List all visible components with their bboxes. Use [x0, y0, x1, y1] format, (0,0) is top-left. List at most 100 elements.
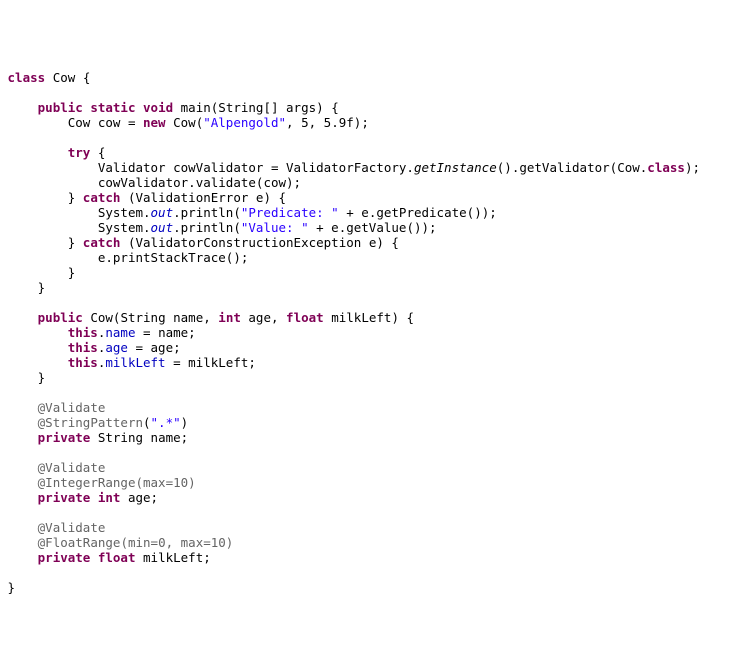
str-predicate: "Predicate: " [241, 205, 339, 220]
fld-milkleft-decl: milkLeft [143, 550, 203, 565]
semi: ; [248, 355, 256, 370]
line: } [0, 370, 45, 385]
keyword-private: private [38, 490, 91, 505]
keyword-private: private [38, 430, 91, 445]
fld-out: out [151, 205, 174, 220]
ann-validate: @Validate [38, 520, 106, 535]
comma: , [271, 310, 279, 325]
id-cow-type: Cow [68, 115, 91, 130]
line: Cow cow = new Cow("Alpengold", 5, 5.9f); [0, 115, 369, 130]
semi: ; [692, 160, 700, 175]
fld-milkleft: milkLeft [105, 355, 165, 370]
rbrace: } [8, 580, 16, 595]
ann-stringpattern: @StringPattern [38, 415, 143, 430]
semi: ; [429, 220, 437, 235]
lparen: ( [233, 205, 241, 220]
id-cow: Cow [617, 160, 640, 175]
rparen: ) [181, 415, 189, 430]
fld-out: out [151, 220, 174, 235]
num-5: 5 [301, 115, 309, 130]
line: this.milkLeft = milkLeft; [0, 355, 256, 370]
line: class Cow { [0, 70, 90, 85]
rbrace: } [38, 370, 46, 385]
ann-validate: @Validate [38, 460, 106, 475]
ann-floatrange: @FloatRange [38, 535, 121, 550]
dot: . [143, 220, 151, 235]
ann-min0max10: (min=0, max=10) [120, 535, 233, 550]
keyword-int: int [98, 490, 121, 505]
num-59f: 5.9f [324, 115, 354, 130]
fld-age-decl: age [128, 490, 151, 505]
rparen: ) [504, 160, 512, 175]
id-cow-var: cow [263, 175, 286, 190]
line: Validator cowValidator = ValidatorFactor… [0, 160, 700, 175]
lbrace: { [407, 310, 415, 325]
id-name: name [158, 325, 188, 340]
id-cow-var: cow [98, 115, 121, 130]
line: public static void main(String[] args) { [0, 100, 339, 115]
fld-name-decl: name [151, 430, 181, 445]
id-age: age [151, 340, 174, 355]
lparen: ( [128, 235, 136, 250]
rparen: ) [376, 235, 384, 250]
line: } [0, 280, 45, 295]
id-cow: Cow [53, 70, 76, 85]
id-cowvalidator: cowValidator [173, 160, 263, 175]
semi: ; [241, 250, 249, 265]
plus: + [339, 205, 362, 220]
rparen: ) [422, 220, 430, 235]
id-vce: ValidatorConstructionException [136, 235, 362, 250]
keyword-void: void [143, 100, 173, 115]
line: } catch (ValidationError e) { [0, 190, 286, 205]
id-cowvalidator: cowValidator [98, 175, 188, 190]
keyword-public: public [38, 310, 83, 325]
dot: . [143, 205, 151, 220]
keyword-private: private [38, 550, 91, 565]
semi: ; [173, 340, 181, 355]
keyword-int: int [218, 310, 241, 325]
lbrace: { [98, 145, 106, 160]
id-system: System [98, 220, 143, 235]
id-e: e [361, 205, 369, 220]
line: private float milkLeft; [0, 550, 211, 565]
id-cow-ctor: Cow [90, 310, 113, 325]
lbrace: { [391, 235, 399, 250]
line: private int age; [0, 490, 158, 505]
line: private String name; [0, 430, 188, 445]
ann-validate: @Validate [38, 400, 106, 415]
id-system: System [98, 205, 143, 220]
keyword-new: new [143, 115, 166, 130]
semi: ; [489, 205, 497, 220]
ann-integerrange: @IntegerRange [38, 475, 136, 490]
lparen: ( [233, 220, 241, 235]
mth-getpredicate: getPredicate [376, 205, 466, 220]
keyword-class: class [647, 160, 685, 175]
param-name: String name [120, 310, 203, 325]
keyword-this: this [68, 325, 98, 340]
dot: . [406, 160, 414, 175]
mth-validate: validate [196, 175, 256, 190]
lbrace: { [83, 70, 91, 85]
line: System.out.println("Predicate: " + e.get… [0, 205, 497, 220]
mth-getvalidator: getValidator [519, 160, 609, 175]
ann-max10: (max=10) [135, 475, 195, 490]
keyword-this: this [68, 355, 98, 370]
rparen: ) [474, 205, 482, 220]
keyword-try: try [68, 145, 91, 160]
keyword-public: public [38, 100, 83, 115]
lbrace: { [279, 190, 287, 205]
line: @Validate [0, 460, 105, 475]
dot: . [173, 220, 181, 235]
comma: , [309, 115, 317, 130]
id-milkleft: milkLeft [188, 355, 248, 370]
code-block: class Cow { public static void main(Stri… [0, 70, 750, 595]
line: } [0, 580, 15, 595]
line: @IntegerRange(max=10) [0, 475, 196, 490]
plus: + [309, 220, 332, 235]
line: @Validate [0, 520, 105, 535]
semi: ; [361, 115, 369, 130]
line: this.name = name; [0, 325, 196, 340]
keyword-catch: catch [83, 190, 121, 205]
rparen: ) [263, 190, 271, 205]
str-dotstar: ".*" [151, 415, 181, 430]
